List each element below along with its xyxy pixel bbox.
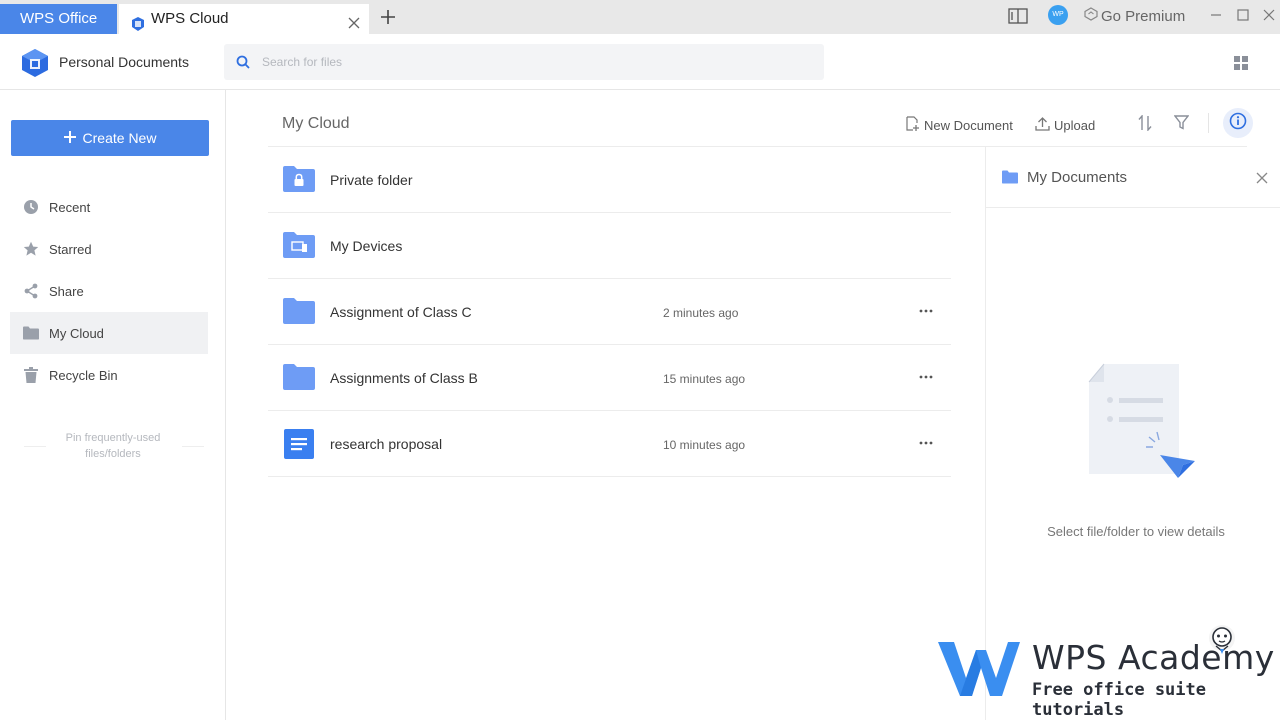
pin-hint-line: Pin frequently-used	[65, 432, 161, 444]
minimize-icon[interactable]	[1210, 8, 1222, 26]
folder-icon	[283, 298, 315, 329]
sidebar-item-label: My Cloud	[49, 325, 104, 341]
lock-folder-icon	[283, 166, 315, 197]
modified-time: 10 minutes ago	[663, 438, 746, 452]
list-item[interactable]: Assignment of Class C 2 minutes ago	[268, 279, 951, 345]
more-options-icon[interactable]	[918, 369, 934, 385]
file-name: My Devices	[330, 238, 403, 254]
details-header: My Documents	[986, 147, 1280, 208]
sidebar-item-label: Recent	[49, 199, 91, 215]
close-window-icon[interactable]	[1263, 8, 1275, 26]
list-item[interactable]: Assignments of Class B 15 minutes ago	[268, 345, 951, 411]
sidebar-item-share[interactable]: Share	[10, 270, 208, 312]
wps-academy-logo-icon	[936, 638, 1022, 705]
avatar[interactable]: WP	[1048, 5, 1068, 25]
folder-icon	[23, 325, 39, 341]
sidebar-item-my-cloud[interactable]: My Cloud	[10, 312, 208, 354]
page-title: Personal Documents	[59, 54, 189, 70]
new-document-label: New Document	[924, 117, 1013, 133]
file-name: Assignments of Class B	[330, 370, 478, 386]
share-icon	[23, 283, 39, 299]
upload-icon	[1035, 116, 1050, 134]
divider	[1208, 113, 1209, 133]
clock-icon	[23, 199, 39, 215]
sidebar: Create New Recent Starred Share My Cloud…	[0, 90, 226, 720]
close-tab-icon[interactable]	[347, 11, 361, 29]
go-premium-label: Go Premium	[1101, 7, 1186, 25]
premium-icon	[1084, 7, 1098, 25]
sort-icon[interactable]	[1138, 114, 1152, 136]
list-item[interactable]: My Devices	[268, 213, 951, 279]
sidebar-item-recycle-bin[interactable]: Recycle Bin	[10, 354, 208, 396]
file-name: research proposal	[330, 436, 443, 452]
file-name: Private folder	[330, 172, 413, 188]
document-icon	[284, 429, 314, 464]
close-icon[interactable]	[1256, 171, 1268, 189]
new-document-icon	[905, 116, 920, 134]
more-options-icon[interactable]	[918, 303, 934, 319]
reading-mode-icon[interactable]	[1008, 8, 1028, 29]
tab-label: WPS Cloud	[151, 10, 229, 27]
maximize-icon[interactable]	[1237, 8, 1249, 26]
sidebar-item-starred[interactable]: Starred	[10, 228, 208, 270]
more-options-icon[interactable]	[918, 435, 934, 451]
pin-hint-line: files/folders	[85, 448, 141, 460]
watermark-subtitle: Free office suite tutorials	[1032, 680, 1206, 720]
list-item[interactable]: research proposal 10 minutes ago	[268, 411, 951, 477]
go-premium-button[interactable]: Go Premium	[1084, 7, 1185, 25]
folder-icon	[1002, 170, 1018, 189]
search-icon	[236, 55, 250, 74]
tab-wps-office[interactable]: WPS Office	[0, 4, 117, 34]
search-input[interactable]	[262, 44, 812, 80]
file-name: Assignment of Class C	[330, 304, 472, 320]
folder-icon	[283, 364, 315, 395]
empty-state-illustration-icon	[1086, 362, 1201, 492]
wps-academy-watermark: WPS Academy Free office suite tutorials	[936, 624, 1276, 720]
upload-button[interactable]: Upload	[1035, 116, 1095, 134]
filter-icon[interactable]	[1173, 115, 1190, 135]
header: Personal Documents	[0, 34, 1280, 90]
info-button[interactable]	[1223, 108, 1253, 138]
grid-view-icon[interactable]	[1234, 56, 1248, 75]
wps-cloud-logo-icon	[22, 49, 48, 82]
search-bar	[224, 44, 824, 80]
add-tab-icon[interactable]	[380, 9, 396, 25]
info-icon	[1229, 112, 1247, 135]
trash-icon	[23, 367, 39, 383]
star-icon	[23, 241, 39, 257]
create-new-button[interactable]: Create New	[11, 120, 209, 156]
sidebar-item-label: Recycle Bin	[49, 367, 118, 383]
section-title: My Cloud	[282, 115, 350, 132]
upload-label: Upload	[1054, 117, 1096, 133]
details-title: My Documents	[1027, 169, 1128, 186]
sidebar-item-label: Starred	[49, 241, 92, 257]
tab-wps-cloud[interactable]: WPS Cloud	[119, 4, 369, 34]
create-new-label: Create New	[82, 130, 157, 146]
title-bar: WPS Office WPS Cloud WP Go Premium	[0, 0, 1280, 34]
new-document-button[interactable]: New Document	[905, 116, 1013, 134]
sidebar-item-label: Share	[49, 283, 84, 299]
mascot-icon	[1200, 624, 1240, 665]
empty-state-text: Select file/folder to view details	[1047, 524, 1225, 539]
sidebar-item-recent[interactable]: Recent	[10, 186, 208, 228]
modified-time: 2 minutes ago	[663, 306, 739, 320]
modified-time: 15 minutes ago	[663, 372, 746, 386]
pin-hint: Pin frequently-used files/folders	[20, 430, 206, 462]
devices-folder-icon	[283, 232, 315, 263]
plus-icon	[63, 130, 76, 146]
list-item[interactable]: Private folder	[268, 147, 951, 213]
